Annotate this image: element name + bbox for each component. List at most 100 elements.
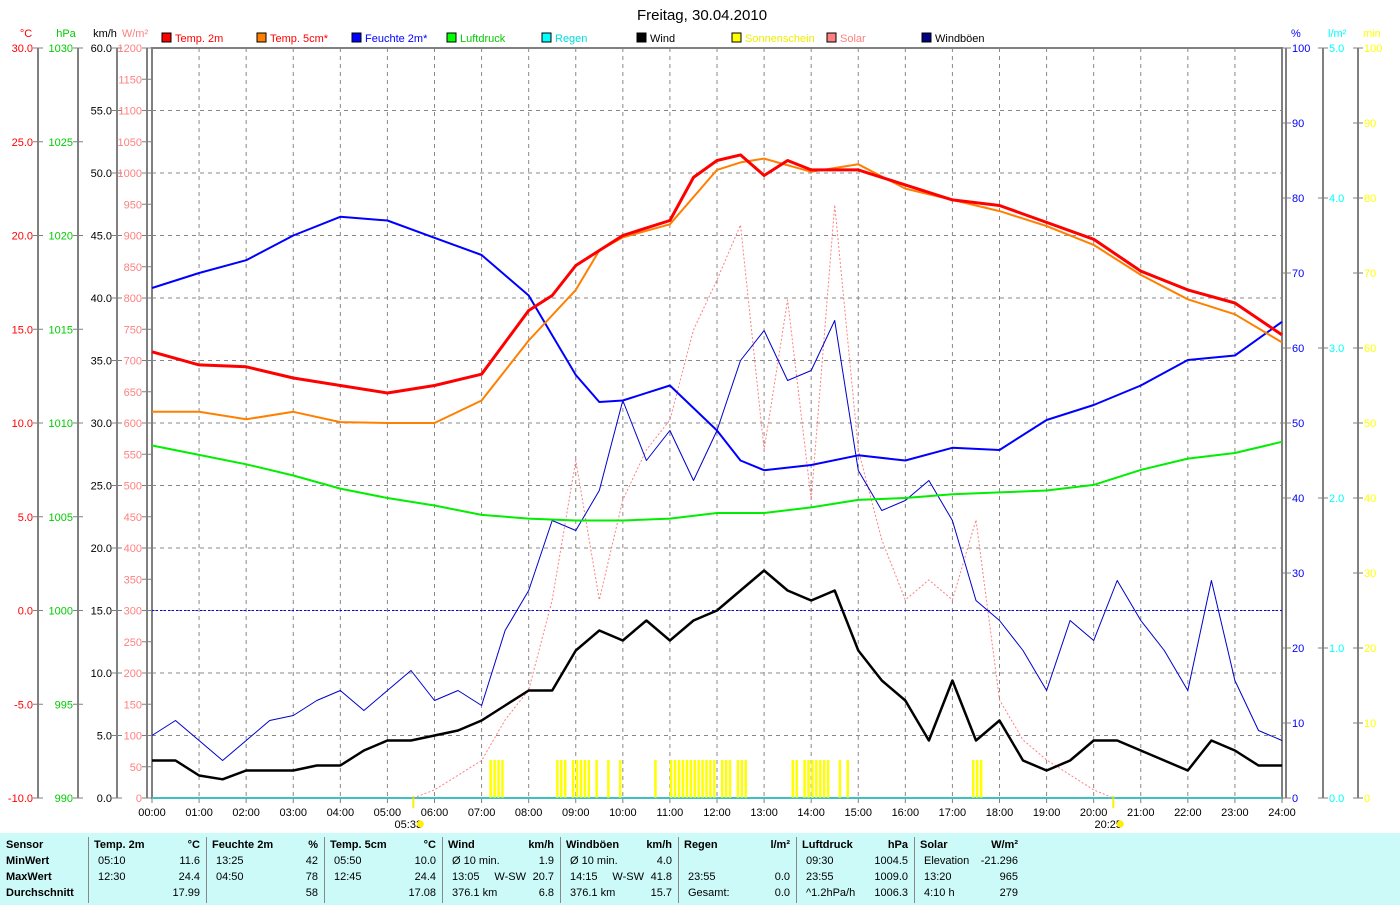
- legend-label: Temp. 5cm*: [270, 33, 329, 45]
- stats-row: 23:55 1009.0: [796, 869, 914, 885]
- column-unit: °C: [187, 839, 200, 851]
- sunshine-bar: [791, 760, 795, 798]
- wm2-tick-label: 400: [124, 543, 142, 555]
- sunshine-bar: [587, 760, 591, 798]
- stats-value: 0.0: [774, 887, 790, 899]
- celsius-tick-label: 15.0: [12, 324, 33, 336]
- sunshine-bar: [669, 760, 673, 798]
- x-tick-label: 18:00: [986, 807, 1014, 819]
- sunshine-bar: [556, 760, 559, 798]
- wm2-tick-label: 1000: [118, 168, 142, 180]
- stats-value: 11.6: [179, 855, 200, 867]
- legend-label: Feuchte 2m*: [365, 33, 428, 45]
- column-unit: W/m²: [991, 839, 1018, 851]
- sunshine-bar: [595, 760, 598, 798]
- wm2-tick-label: 0: [136, 793, 142, 805]
- row-label: MinWert: [0, 853, 88, 869]
- stats-value: 78: [305, 871, 318, 883]
- stats-value: 4.0: [656, 855, 672, 867]
- celsius-tick-label: 25.0: [12, 137, 33, 149]
- sunshine-bar: [724, 760, 728, 798]
- stats-row: 17.99: [88, 885, 206, 901]
- stats-value: 58: [305, 887, 318, 899]
- wm2-tick-label: 100: [124, 731, 142, 743]
- stats-column-header: Temp. 5cm °C: [324, 837, 442, 853]
- percent-axis-unit: %: [1291, 28, 1301, 40]
- stats-column-header: Temp. 2m °C: [88, 837, 206, 853]
- sunshine-bar: [563, 760, 567, 798]
- sensor-header: Sensor: [6, 839, 44, 851]
- legend-swatch: [351, 32, 362, 43]
- sunshine-bar: [826, 760, 830, 798]
- wm2-tick-label: 550: [124, 449, 142, 461]
- stats-column-header: Regen l/m²: [678, 837, 796, 853]
- legend-swatch: [636, 32, 647, 43]
- hpa-tick-label: 990: [55, 793, 73, 805]
- legend-label: Solar: [840, 33, 866, 45]
- stats-row: ^1.2hPa/h 1006.3: [796, 885, 914, 901]
- stats-time: 05:50: [334, 855, 362, 867]
- stats-time: 23:55: [806, 871, 834, 883]
- min-tick-label: 80: [1364, 193, 1376, 205]
- wm2-tick-label: 1150: [118, 74, 142, 86]
- wm2-tick-label: 700: [124, 356, 142, 368]
- sunshine-bar: [575, 760, 579, 798]
- column-unit: %: [308, 839, 318, 851]
- stats-row: 13:25 42: [206, 853, 324, 869]
- sunshine-bar: [975, 760, 979, 798]
- percent-tick-label: 40: [1292, 493, 1304, 505]
- sunshine-bar: [689, 760, 693, 798]
- sunshine-bar: [497, 760, 500, 798]
- lm2-axis-unit: l/m²: [1328, 28, 1347, 40]
- lm2-tick-label: 3.0: [1329, 343, 1344, 355]
- stats-column-header: Windböen km/h: [560, 837, 678, 853]
- statistics-table: Sensor MinWert MaxWert Durchschnitt Temp. 2m…: [0, 833, 1400, 905]
- hpa-tick-label: 1005: [49, 512, 73, 524]
- column-title: Temp. 5cm: [330, 839, 387, 851]
- stats-time: Ø 10 min.: [570, 855, 618, 867]
- stats-row: 05:50 10.0: [324, 853, 442, 869]
- kmh-tick-label: 60.0: [91, 43, 112, 55]
- celsius-tick-label: 30.0: [12, 43, 33, 55]
- x-tick-label: 08:00: [515, 807, 543, 819]
- sunshine-bar: [795, 760, 798, 798]
- stats-column: Temp. 2m °C 05:10 11.6 12:30 24.4 17.99: [88, 837, 207, 903]
- min-tick-label: 90: [1364, 118, 1376, 130]
- stats-row: 17.08: [324, 885, 442, 901]
- legend-swatch: [731, 32, 742, 43]
- stats-row: 04:50 78: [206, 869, 324, 885]
- wm2-tick-label: 300: [124, 606, 142, 618]
- stats-row: 376.1 km 15.7: [560, 885, 678, 901]
- sunshine-bar: [736, 760, 740, 798]
- stats-value: 41.8: [650, 871, 672, 883]
- kmh-tick-label: 0.0: [97, 793, 112, 805]
- stats-column-header: Luftdruck hPa: [796, 837, 914, 853]
- x-tick-label: 04:00: [327, 807, 355, 819]
- wm2-axis-unit: W/m²: [122, 28, 149, 40]
- wm2-tick-label: 750: [124, 324, 142, 336]
- x-tick-label: 12:00: [703, 807, 731, 819]
- percent-tick-label: 50: [1292, 418, 1304, 430]
- percent-tick-label: 30: [1292, 568, 1304, 580]
- wm2-tick-label: 950: [124, 199, 142, 211]
- wm2-tick-label: 900: [124, 231, 142, 243]
- stats-row: 4:10 h 279: [914, 885, 1024, 901]
- x-tick-label: 06:00: [421, 807, 449, 819]
- min-tick-label: 20: [1364, 643, 1376, 655]
- percent-tick-label: 10: [1292, 718, 1304, 730]
- wm2-tick-label: 500: [124, 481, 142, 493]
- stats-row: 376.1 km 6.8: [442, 885, 560, 901]
- column-title: Regen: [684, 839, 718, 851]
- wm2-tick-label: 350: [124, 574, 142, 586]
- x-tick-label: 14:00: [797, 807, 825, 819]
- legend-label: Wind: [650, 33, 675, 45]
- row-label-text: MinWert: [6, 855, 50, 867]
- column-title: Windböen: [566, 839, 620, 851]
- stats-column: Wind km/h Ø 10 min. 1.9 13:05 W-SW 20.7 376.1 k…: [442, 837, 561, 903]
- stats-time: 05:10: [98, 855, 126, 867]
- wm2-tick-label: 50: [130, 762, 142, 774]
- stats-row: 13:20 965: [914, 869, 1024, 885]
- percent-tick-label: 20: [1292, 643, 1304, 655]
- stats-time: 376.1 km: [452, 887, 498, 899]
- hpa-tick-label: 1025: [49, 137, 73, 149]
